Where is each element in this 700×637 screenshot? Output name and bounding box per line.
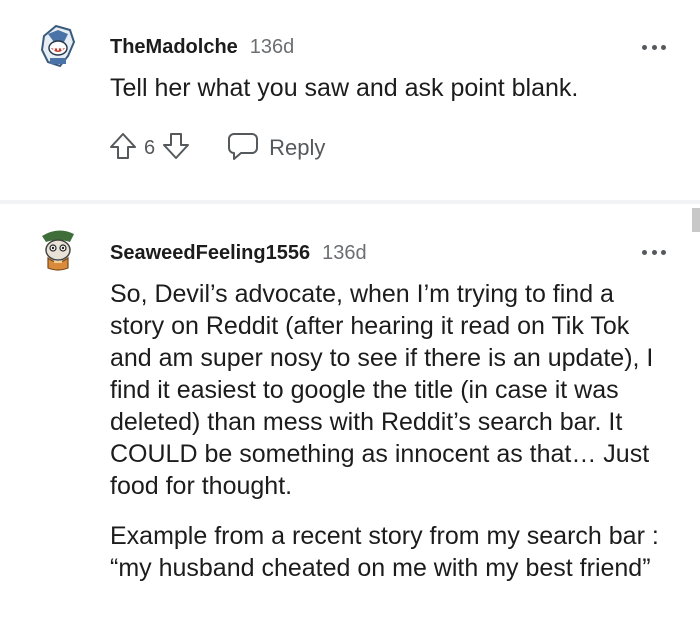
speech-bubble-icon <box>227 131 259 166</box>
avatar[interactable] <box>34 22 82 70</box>
comment-age: 136d <box>249 36 295 58</box>
reply-label: Reply <box>269 135 326 160</box>
comment-text: Tell her what you saw and ask point blan… <box>110 74 579 102</box>
vote-count: 6 <box>144 136 156 159</box>
scrollbar[interactable] <box>692 208 700 232</box>
comment-text: Example from a recent story from my sear… <box>110 522 659 582</box>
username[interactable]: TheMadolche <box>110 36 238 59</box>
more-options-icon[interactable] <box>642 250 666 256</box>
more-options-icon[interactable] <box>642 45 666 51</box>
comment-meta: SeaweedFeeling1556 136d <box>110 242 367 265</box>
comment-age: 136d <box>322 242 367 264</box>
comment-card: TheMadolche 136d Tell her what you saw a… <box>0 0 700 200</box>
downvote-arrow-icon[interactable] <box>161 131 191 166</box>
reply-button[interactable]: Reply <box>227 131 325 166</box>
comment-actions: 6 Reply <box>108 130 325 166</box>
username[interactable]: SeaweedFeeling1556 <box>110 242 310 265</box>
comment-meta: TheMadolche 136d <box>110 36 294 59</box>
avatar[interactable] <box>34 226 82 274</box>
comment-text: So, Devil’s advocate, when I’m trying to… <box>110 280 654 500</box>
comment-card: SeaweedFeeling1556 136d So, Devil’s advo… <box>0 204 700 637</box>
upvote-arrow-icon[interactable] <box>108 131 138 166</box>
